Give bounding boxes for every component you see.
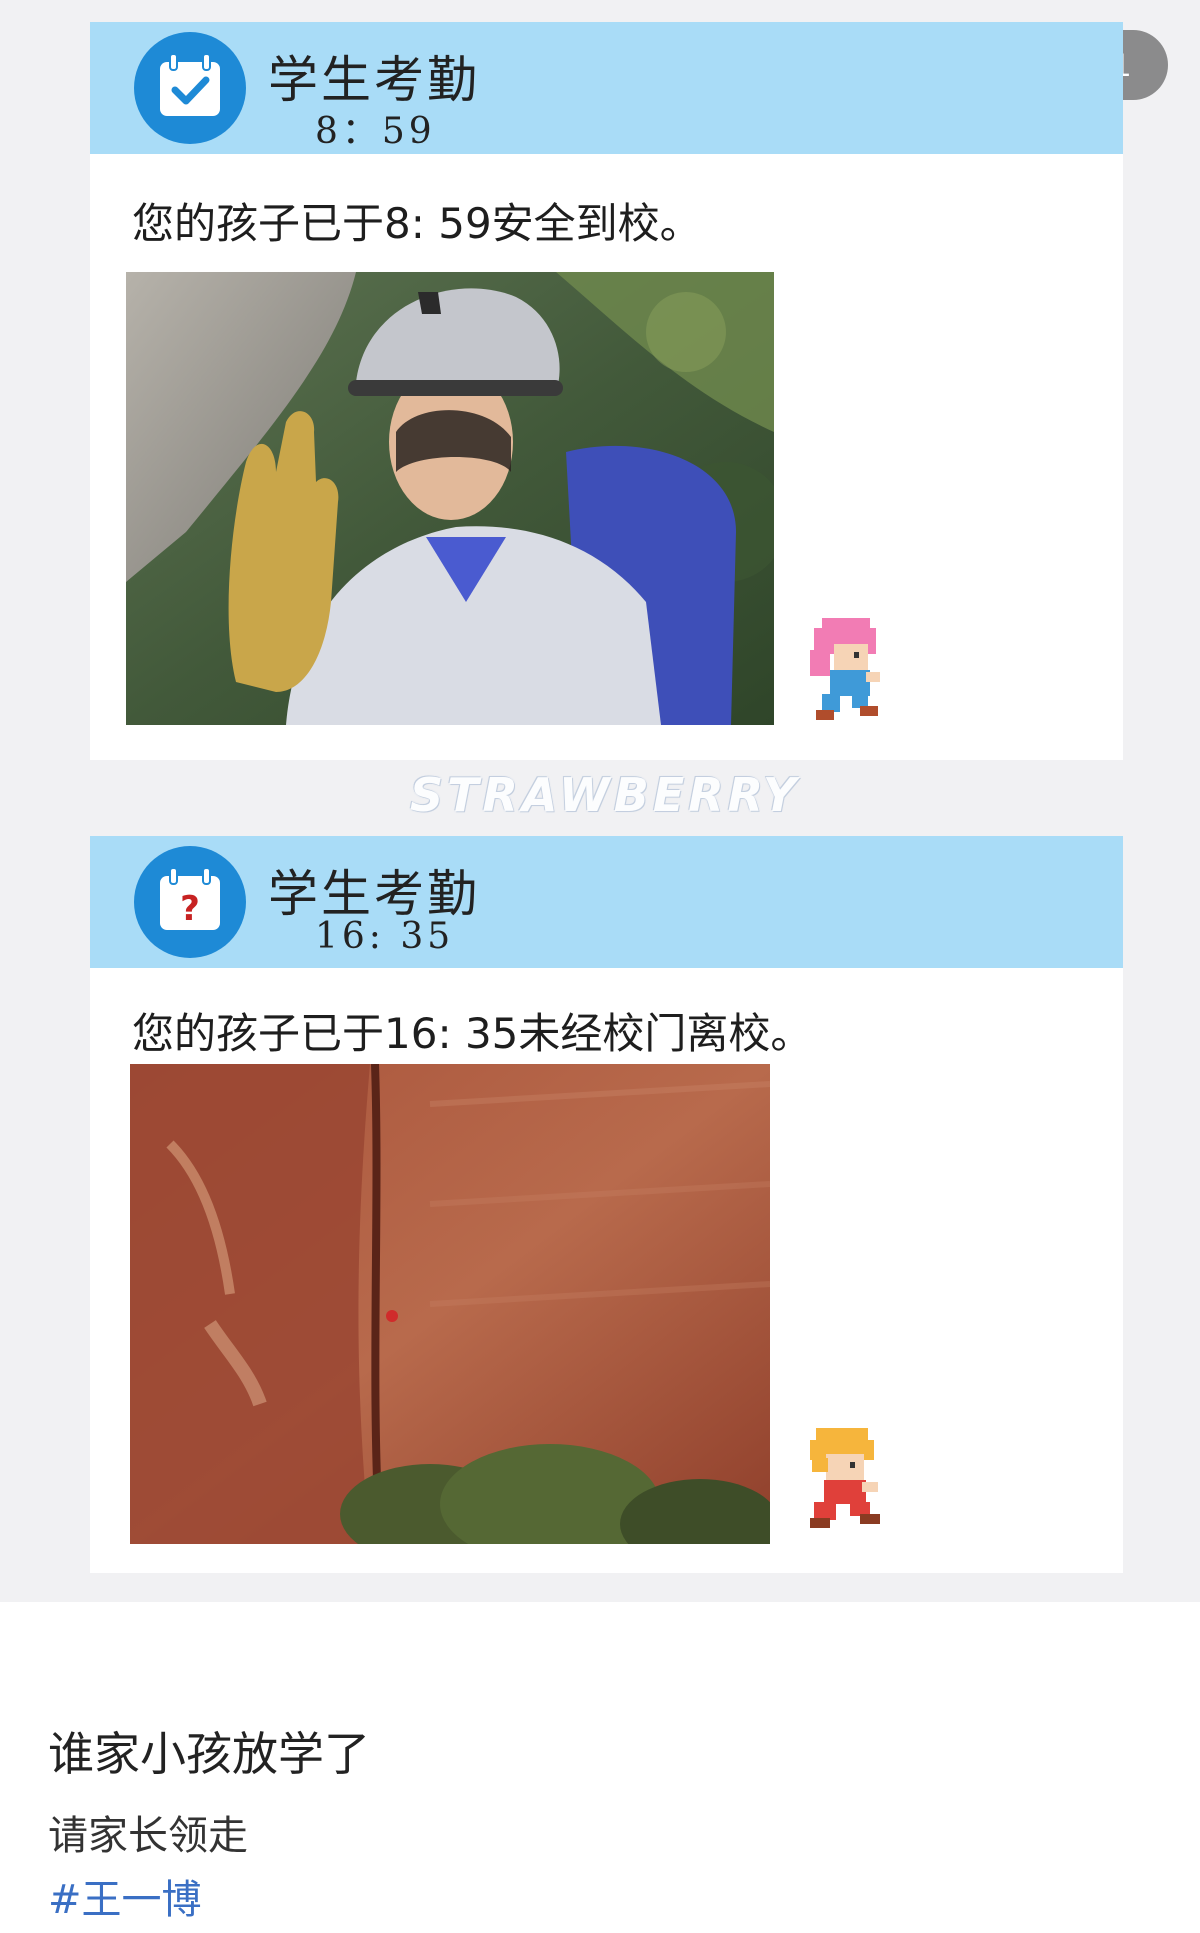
post-subtitle: 请家长领走 bbox=[48, 1813, 248, 1859]
card-time: 16: 35 bbox=[315, 916, 455, 957]
card-message: 您的孩子已于16: 35未经校门离校。 bbox=[132, 1009, 813, 1058]
card-header: ? 学生考勤 16: 35 bbox=[90, 836, 1123, 968]
card-time: 8：59 bbox=[315, 111, 436, 152]
watermark-text: STRAWBERRY bbox=[410, 768, 801, 822]
running-girl-sprite bbox=[808, 614, 886, 728]
image-viewer[interactable]: 6/11 学生考勤 8：59 您的孩子已于8: 59安全到校。 bbox=[0, 0, 1200, 1602]
calendar-check-icon bbox=[134, 32, 246, 144]
svg-text:?: ? bbox=[180, 889, 200, 929]
red-cliff-photo bbox=[130, 1064, 770, 1544]
calendar-question-icon: ? bbox=[134, 846, 246, 958]
post-title: 谁家小孩放学了 bbox=[48, 1727, 370, 1781]
attendance-card-departure: ? 学生考勤 16: 35 您的孩子已于16: 35未经校门离校。 bbox=[90, 836, 1123, 1573]
climber-selfie-photo bbox=[126, 272, 774, 725]
card-header: 学生考勤 8：59 bbox=[90, 22, 1123, 154]
running-boy-sprite bbox=[804, 1424, 886, 1538]
hashtag-link[interactable]: #王一博 bbox=[48, 1867, 202, 1925]
attendance-card-arrival: 学生考勤 8：59 您的孩子已于8: 59安全到校。 bbox=[90, 22, 1123, 760]
card-message: 您的孩子已于8: 59安全到校。 bbox=[132, 199, 702, 248]
